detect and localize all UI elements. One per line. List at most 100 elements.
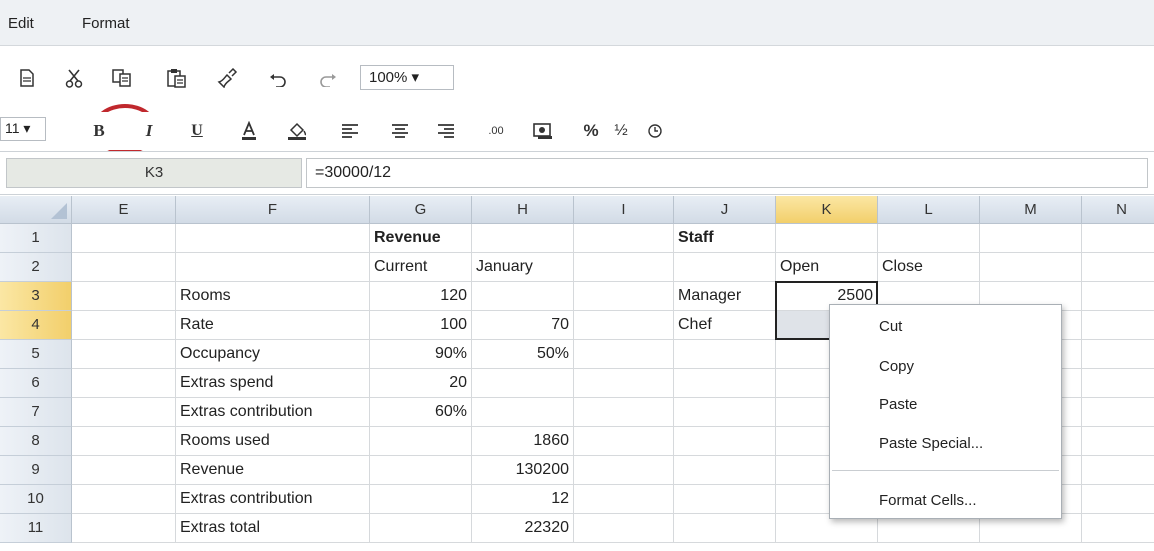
cell-h3[interactable]: [472, 282, 574, 311]
underline-icon[interactable]: U: [186, 117, 208, 145]
cell-j9[interactable]: [674, 456, 776, 485]
cell-j11[interactable]: [674, 514, 776, 543]
column-header-l[interactable]: L: [878, 196, 980, 224]
cell-i2[interactable]: [574, 253, 674, 282]
cell-e5[interactable]: [72, 340, 176, 369]
cell-f2[interactable]: [176, 253, 370, 282]
cell-j10[interactable]: [674, 485, 776, 514]
cell-e3[interactable]: [72, 282, 176, 311]
undo-icon[interactable]: [266, 66, 290, 94]
italic-icon[interactable]: I: [138, 117, 160, 145]
cell-e4[interactable]: [72, 311, 176, 340]
cell-g7[interactable]: 60%: [370, 398, 472, 427]
row-header-4[interactable]: 4: [0, 311, 72, 340]
cell-e11[interactable]: [72, 514, 176, 543]
fraction-format-icon[interactable]: ½: [610, 117, 632, 145]
column-header-i[interactable]: I: [574, 196, 674, 224]
cell-e6[interactable]: [72, 369, 176, 398]
currency-format-icon[interactable]: [530, 117, 556, 145]
cell-g3[interactable]: 120: [370, 282, 472, 311]
cell-g4[interactable]: 100: [370, 311, 472, 340]
row-header-6[interactable]: 6: [0, 369, 72, 398]
cell-f9[interactable]: Revenue: [176, 456, 370, 485]
cell-f11[interactable]: Extras total: [176, 514, 370, 543]
cell-k2[interactable]: Open: [776, 253, 878, 282]
fill-color-icon[interactable]: [284, 117, 310, 145]
cell-l2[interactable]: Close: [878, 253, 980, 282]
cell-g1[interactable]: Revenue: [370, 224, 472, 253]
font-size-select[interactable]: 11 ▾: [0, 117, 46, 141]
menu-edit[interactable]: Edit: [8, 15, 34, 32]
cell-j8[interactable]: [674, 427, 776, 456]
cell-f10[interactable]: Extras contribution: [176, 485, 370, 514]
cell-g5[interactable]: 90%: [370, 340, 472, 369]
cell-i11[interactable]: [574, 514, 674, 543]
row-header-9[interactable]: 9: [0, 456, 72, 485]
cell-e8[interactable]: [72, 427, 176, 456]
cell-i5[interactable]: [574, 340, 674, 369]
cell-f1[interactable]: [176, 224, 370, 253]
cell-i8[interactable]: [574, 427, 674, 456]
copy-icon[interactable]: [108, 64, 136, 92]
cell-h7[interactable]: [472, 398, 574, 427]
row-header-1[interactable]: 1: [0, 224, 72, 253]
cell-i9[interactable]: [574, 456, 674, 485]
bold-icon[interactable]: B: [88, 117, 110, 145]
font-color-icon[interactable]: [238, 117, 260, 145]
cell-j1[interactable]: Staff: [674, 224, 776, 253]
align-right-icon[interactable]: [434, 117, 458, 145]
menu-format[interactable]: Format: [82, 15, 130, 32]
cell-n9[interactable]: [1082, 456, 1154, 485]
menu-item-copy[interactable]: Copy: [830, 349, 1061, 385]
redo-icon[interactable]: [316, 66, 340, 94]
formula-input[interactable]: =30000/12: [306, 158, 1148, 188]
zoom-select[interactable]: 100% ▾: [360, 65, 454, 90]
cell-j2[interactable]: [674, 253, 776, 282]
cell-k1[interactable]: [776, 224, 878, 253]
cell-e10[interactable]: [72, 485, 176, 514]
time-format-icon[interactable]: [644, 117, 666, 145]
column-header-m[interactable]: M: [980, 196, 1082, 224]
cell-j5[interactable]: [674, 340, 776, 369]
cell-h8[interactable]: 1860: [472, 427, 574, 456]
align-left-icon[interactable]: [338, 117, 362, 145]
cell-h6[interactable]: [472, 369, 574, 398]
cell-i1[interactable]: [574, 224, 674, 253]
cell-e2[interactable]: [72, 253, 176, 282]
cell-n4[interactable]: [1082, 311, 1154, 340]
decimal-format-icon[interactable]: .00: [484, 117, 508, 145]
cell-g2[interactable]: Current: [370, 253, 472, 282]
cell-h10[interactable]: 12: [472, 485, 574, 514]
column-header-j[interactable]: J: [674, 196, 776, 224]
row-header-8[interactable]: 8: [0, 427, 72, 456]
cell-n8[interactable]: [1082, 427, 1154, 456]
cell-g8[interactable]: [370, 427, 472, 456]
cell-n1[interactable]: [1082, 224, 1154, 253]
cell-i10[interactable]: [574, 485, 674, 514]
cell-n7[interactable]: [1082, 398, 1154, 427]
cell-h4[interactable]: 70: [472, 311, 574, 340]
cell-e1[interactable]: [72, 224, 176, 253]
row-header-7[interactable]: 7: [0, 398, 72, 427]
cell-n3[interactable]: [1082, 282, 1154, 311]
cell-m1[interactable]: [980, 224, 1082, 253]
cell-j7[interactable]: [674, 398, 776, 427]
menu-item-paste[interactable]: Paste: [830, 387, 1061, 423]
cell-i4[interactable]: [574, 311, 674, 340]
cell-n6[interactable]: [1082, 369, 1154, 398]
cell-h5[interactable]: 50%: [472, 340, 574, 369]
cell-e9[interactable]: [72, 456, 176, 485]
cell-g10[interactable]: [370, 485, 472, 514]
cell-n11[interactable]: [1082, 514, 1154, 543]
cell-n10[interactable]: [1082, 485, 1154, 514]
cell-h9[interactable]: 130200: [472, 456, 574, 485]
format-painter-icon[interactable]: [214, 64, 240, 92]
cell-i6[interactable]: [574, 369, 674, 398]
align-center-icon[interactable]: [388, 117, 412, 145]
cell-g9[interactable]: [370, 456, 472, 485]
new-document-icon[interactable]: [16, 64, 38, 92]
column-header-h[interactable]: H: [472, 196, 574, 224]
cell-n5[interactable]: [1082, 340, 1154, 369]
cell-f4[interactable]: Rate: [176, 311, 370, 340]
name-box[interactable]: K3: [6, 158, 302, 188]
